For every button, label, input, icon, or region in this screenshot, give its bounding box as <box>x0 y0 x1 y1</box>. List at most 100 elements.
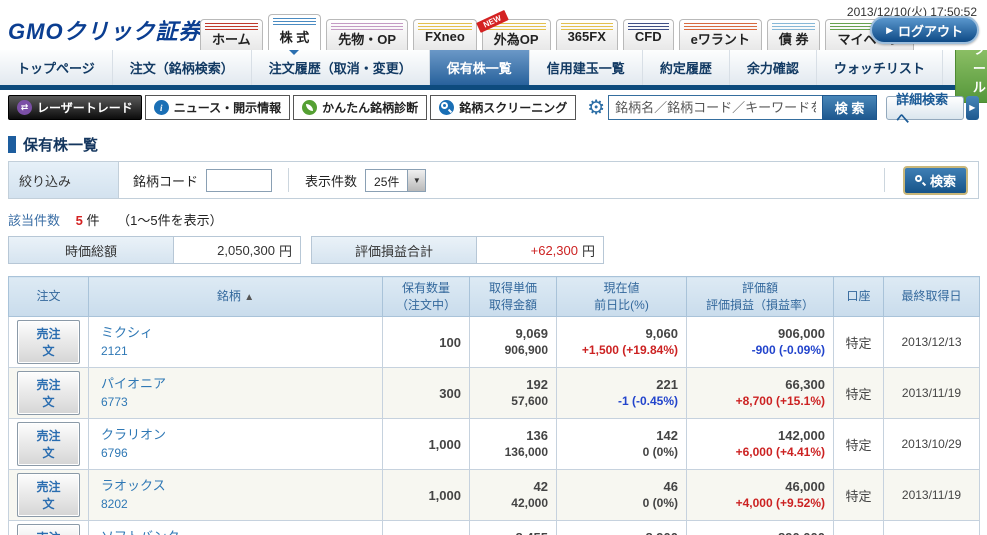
subnav-watchlist[interactable]: ウォッチリスト <box>817 50 943 85</box>
tab-label: eワラント <box>690 32 750 47</box>
symbol-search-group: ⚙ 検 索 詳細検索へ ▶ <box>587 92 979 126</box>
main-tab-stock[interactable]: 株 式 <box>267 14 322 55</box>
subnav-order-history[interactable]: 注文履歴（取消・変更） <box>252 50 430 85</box>
acq-date: 2013/12/09 <box>883 520 980 535</box>
subnav-top-page[interactable]: トップページ <box>0 50 113 85</box>
col-account: 口座 <box>833 276 884 317</box>
day-change: 0 (0%) <box>642 495 678 510</box>
account-type: 特定 <box>833 367 884 419</box>
acq-price-cell: 8,455845,500 <box>469 520 557 535</box>
gear-icon[interactable]: ⚙ <box>587 95 605 120</box>
stock-name-link[interactable]: ラオックス <box>101 477 374 496</box>
subnav-buying-power[interactable]: 余力確認 <box>730 50 817 85</box>
stock-code[interactable]: 6773 <box>101 394 374 411</box>
stock-screening-button[interactable]: 銘柄スクリーニング <box>430 95 577 120</box>
info-icon: i <box>153 100 169 115</box>
pl-value: +4,000 (+9.52%) <box>735 495 825 510</box>
subnav-order[interactable]: 注文（銘柄検索） <box>113 50 252 85</box>
advanced-search-arrow-icon[interactable]: ▶ <box>965 95 979 120</box>
stock-code-input[interactable] <box>206 168 273 192</box>
tab-label: 株 式 <box>279 30 310 45</box>
quantity-cell: 1,000 <box>382 469 470 521</box>
advanced-search-button[interactable]: 詳細検索へ <box>886 92 964 126</box>
acq-price-cell: 42 42,000 <box>469 469 557 521</box>
per-page-select[interactable]: 25件 ▼ <box>365 168 427 192</box>
holdings-table: 注文 銘柄 ▲ 保有数量 （注文中） 取得単価 取得金額 現在値 前日比(%) 評価額… <box>8 276 980 535</box>
sell-order-button[interactable]: 売注文 <box>17 371 80 415</box>
main-tab-cfd[interactable]: CFD <box>622 19 674 50</box>
news-disclosure-button[interactable]: i ニュース・開示情報 <box>144 95 291 120</box>
stock-name-link[interactable]: クラリオン <box>101 426 374 445</box>
stock-name-link[interactable]: ミクシィ <box>101 324 374 343</box>
brand-logo: GMOクリック証券 <box>8 19 202 44</box>
table-row: 売注文 パイオニア 6773 300 192 57,600 221 -1 (-0.… <box>8 367 980 419</box>
laser-trade-button[interactable]: ⇄ レーザートレード <box>8 95 142 120</box>
filter-label: 絞り込み <box>9 162 119 198</box>
current-price-cell: 46 0 (0%) <box>556 469 687 521</box>
valuation-cell: 906,000 -900 (-0.09%) <box>686 316 834 368</box>
sell-order-button[interactable]: 売注文 <box>17 473 80 517</box>
quantity-cell: 100 <box>382 520 470 535</box>
tab-label: CFD <box>634 29 662 44</box>
valuation-cell: 66,300 +8,700 (+15.1%) <box>686 367 834 419</box>
table-row: 売注文 クラリオン 6796 1,000 136 136,000 142 0 (0… <box>8 418 980 470</box>
stock-diagnosis-button[interactable]: かんたん銘柄診断 <box>293 95 428 120</box>
count-label: 該当件数 <box>8 213 61 228</box>
table-header-row: 注文 銘柄 ▲ 保有数量 （注文中） 取得単価 取得金額 現在値 前日比(%) 評価額… <box>8 276 980 317</box>
logout-button[interactable]: ▶ ログアウト <box>870 16 979 44</box>
main-tab-futures-op[interactable]: 先物・OP <box>326 19 409 50</box>
stock-name-link[interactable]: パイオニア <box>101 375 374 394</box>
acq-price-cell: 9,069 906,900 <box>469 316 557 368</box>
stock-code[interactable]: 8202 <box>101 496 374 513</box>
col-name[interactable]: 銘柄 ▲ <box>88 276 383 317</box>
stock-code[interactable]: 6796 <box>101 445 374 462</box>
col-valuation: 評価額 評価損益（損益率） <box>686 276 834 317</box>
quantity-cell: 100 <box>382 316 470 368</box>
sub-nav: トップページ 注文（銘柄検索） 注文履歴（取消・変更） 保有株一覧 信用建玉一覧… <box>0 32 987 103</box>
market-value-box: 時価総額 2,050,300 円 <box>8 236 301 264</box>
symbol-search-input[interactable] <box>608 95 823 120</box>
current-price-cell: 9,060 +1,500 (+19.84%) <box>556 316 687 368</box>
sell-order-button[interactable]: 売注文 <box>17 320 80 364</box>
day-change: -1 (-0.45%) <box>617 393 678 408</box>
top-bar: 2013/12/10(火) 17:50:52 GMOクリック証券 ホーム 株 式… <box>0 0 987 55</box>
logout-arrow-icon: ▶ <box>886 24 893 35</box>
main-tab-home[interactable]: ホーム <box>200 19 263 50</box>
main-tab-ewarrant[interactable]: eワラント <box>678 19 762 50</box>
market-value: 2,050,300 <box>217 242 275 258</box>
main-tab-strip: ホーム 株 式 先物・OP FXneo NEW 外為OP 365FX CFD e… <box>200 10 915 55</box>
pl-value: -900 (-0.09%) <box>751 342 825 357</box>
subnav-holdings[interactable]: 保有株一覧 <box>429 50 530 85</box>
result-count-top: 該当件数 5 件 （1～5件を表示） <box>8 210 979 229</box>
day-change: 0 (0%) <box>642 444 678 459</box>
quantity-cell: 300 <box>382 367 470 419</box>
tab-stripe <box>418 23 472 30</box>
diagnosis-label: かんたん銘柄診断 <box>322 101 419 115</box>
filter-search-label: 検索 <box>929 173 956 189</box>
acq-price-cell: 136 136,000 <box>469 418 557 470</box>
main-tab-365fx[interactable]: 365FX <box>555 19 618 50</box>
sell-order-button[interactable]: 売注文 <box>17 524 80 535</box>
tab-label: ホーム <box>212 32 251 47</box>
divider <box>288 168 290 192</box>
market-value-unit: 円 <box>278 243 292 259</box>
day-change: +1,500 (+19.84%) <box>581 342 678 357</box>
stock-name-link[interactable]: ソフトバンク <box>101 528 374 535</box>
chevron-down-icon: ▼ <box>407 169 426 191</box>
sell-order-button[interactable]: 売注文 <box>17 422 80 466</box>
main-tab-bonds[interactable]: 債 券 <box>766 19 821 50</box>
main-tab-fxneo[interactable]: FXneo <box>413 19 477 50</box>
filter-search-button[interactable]: 検索 <box>902 165 968 195</box>
summary-row: 時価総額 2,050,300 円 評価損益合計 +62,300 円 <box>8 236 979 264</box>
per-page-value: 25件 <box>366 169 408 191</box>
main-tab-gaitame-op[interactable]: NEW 外為OP <box>475 10 551 50</box>
current-price-cell: 8,900 0 (0%) <box>556 520 687 535</box>
valuation-cell: 46,000 +4,000 (+9.52%) <box>686 469 834 521</box>
magnifier-icon <box>914 174 927 186</box>
account-type: 特定 <box>833 316 884 368</box>
symbol-search-button[interactable]: 検 索 <box>822 95 878 120</box>
stock-code[interactable]: 2121 <box>101 343 374 360</box>
subnav-executions[interactable]: 約定履歴 <box>643 50 730 85</box>
tab-stripe <box>560 23 613 30</box>
subnav-margin-positions[interactable]: 信用建玉一覧 <box>530 50 643 85</box>
